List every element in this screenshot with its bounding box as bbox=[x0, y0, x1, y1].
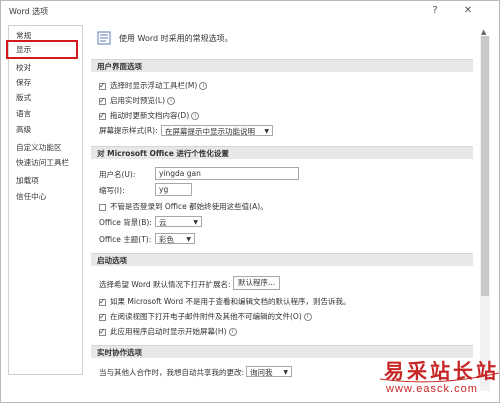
initials-field[interactable]: yg bbox=[155, 183, 192, 196]
section-ui-options: 用户界面选项 bbox=[91, 59, 473, 72]
word-options-dialog: Word 选项 ? ✕ 常规 显示 校对 保存 版式 语言 高级 自定义功能区 … bbox=[0, 0, 500, 403]
sidebar-item-trust-center[interactable]: 信任中心 bbox=[16, 190, 46, 203]
sidebar-item-customize-ribbon[interactable]: 自定义功能区 bbox=[16, 141, 62, 154]
office-background-label: Office 背景(B): bbox=[99, 218, 152, 227]
always-use-option[interactable]: 不管是否登录到 Office 都始终使用这些值(A)。 bbox=[99, 201, 268, 213]
update-doc-checkbox[interactable] bbox=[99, 110, 106, 122]
options-content: 使用 Word 时采用的常规选项。 用户界面选项 选择时显示浮动工具栏(M)i … bbox=[91, 25, 474, 400]
extensions-label: 选择希望 Word 默认情况下打开扩展名: bbox=[99, 280, 231, 289]
site-watermark: 易采站长站 www.easck.com bbox=[378, 353, 500, 404]
tooltip-style-select[interactable]: 在屏幕提示中显示功能说明 ▼ bbox=[161, 125, 273, 136]
initials-label: 缩写(I): bbox=[99, 186, 125, 195]
window-title: Word 选项 bbox=[9, 7, 49, 16]
chevron-down-icon: ▼ bbox=[283, 369, 288, 376]
default-check-checkbox[interactable] bbox=[99, 296, 106, 308]
scrollbar-thumb[interactable] bbox=[481, 36, 489, 296]
watermark-url: www.easck.com bbox=[386, 383, 478, 395]
info-icon: i bbox=[191, 112, 200, 120]
always-use-label: 不管是否登录到 Office 都始终使用这些值(A)。 bbox=[110, 202, 268, 211]
scroll-up-arrow-icon[interactable]: ▲ bbox=[481, 28, 486, 36]
office-theme-label: Office 主题(T): bbox=[99, 235, 152, 244]
options-sidebar: 常规 显示 校对 保存 版式 语言 高级 自定义功能区 快速访问工具栏 加载项 … bbox=[6, 25, 83, 375]
live-preview-option[interactable]: 启用实时预览(L)i bbox=[99, 95, 176, 107]
update-doc-label: 拖动时更新文档内容(D) bbox=[110, 111, 190, 120]
reading-view-option[interactable]: 在阅读视图下打开电子邮件附件及其他不可编辑的文件(O)i bbox=[99, 311, 312, 323]
reading-view-checkbox[interactable] bbox=[99, 311, 106, 323]
section-startup: 启动选项 bbox=[91, 253, 473, 266]
sidebar-item-quick-access-toolbar[interactable]: 快速访问工具栏 bbox=[16, 156, 69, 169]
show-start-checkbox[interactable] bbox=[99, 326, 106, 338]
sidebar-item-advanced[interactable]: 高级 bbox=[16, 123, 31, 136]
tooltip-style-label: 屏幕提示样式(R): bbox=[99, 126, 158, 135]
sidebar-item-language[interactable]: 语言 bbox=[16, 107, 31, 120]
intro-text: 使用 Word 时采用的常规选项。 bbox=[119, 34, 233, 43]
default-check-option[interactable]: 如果 Microsoft Word 不是用于查看和编辑文档的默认程序，则告诉我。 bbox=[99, 296, 351, 308]
watermark-text: 易采站长站 bbox=[384, 359, 499, 383]
share-changes-select[interactable]: 询问我 ▼ bbox=[246, 366, 292, 377]
username-label: 用户名(U): bbox=[99, 170, 136, 179]
section-personalize: 对 Microsoft Office 进行个性化设置 bbox=[91, 146, 473, 159]
scrollbar-track[interactable] bbox=[480, 36, 490, 391]
chevron-down-icon: ▼ bbox=[186, 236, 191, 243]
office-theme-value: 彩色 bbox=[159, 235, 174, 244]
office-background-select[interactable]: 云 ▼ bbox=[155, 216, 202, 227]
office-background-value: 云 bbox=[159, 218, 167, 227]
reading-view-label: 在阅读视图下打开电子邮件附件及其他不可编辑的文件(O) bbox=[110, 312, 302, 321]
info-icon: i bbox=[228, 328, 237, 336]
live-preview-label: 启用实时预览(L) bbox=[110, 96, 166, 105]
show-start-label: 此应用程序启动时显示开始屏幕(H) bbox=[110, 327, 227, 336]
mini-toolbar-label: 选择时显示浮动工具栏(M) bbox=[110, 81, 198, 90]
office-theme-select[interactable]: 彩色 ▼ bbox=[155, 233, 195, 244]
info-icon: i bbox=[199, 82, 208, 90]
share-changes-value: 询问我 bbox=[250, 368, 273, 377]
default-programs-button[interactable]: 默认程序... bbox=[233, 276, 281, 290]
close-button[interactable]: ✕ bbox=[459, 3, 477, 19]
live-preview-checkbox[interactable] bbox=[99, 95, 106, 107]
tooltip-style-value: 在屏幕提示中显示功能说明 bbox=[165, 127, 255, 136]
info-icon: i bbox=[167, 97, 176, 105]
share-changes-label: 当与其他人合作时，我想自动共享我的更改: bbox=[99, 368, 245, 377]
info-icon: i bbox=[303, 313, 312, 321]
username-field[interactable]: yingda gan bbox=[155, 167, 299, 180]
title-bar: Word 选项 ? ✕ bbox=[1, 1, 499, 21]
sidebar-item-layout[interactable]: 版式 bbox=[16, 91, 31, 104]
mini-toolbar-option[interactable]: 选择时显示浮动工具栏(M)i bbox=[99, 80, 208, 92]
sidebar-item-display[interactable]: 显示 bbox=[16, 43, 31, 56]
show-start-option[interactable]: 此应用程序启动时显示开始屏幕(H)i bbox=[99, 326, 237, 338]
always-use-checkbox[interactable] bbox=[99, 203, 106, 211]
sidebar-item-save[interactable]: 保存 bbox=[16, 76, 31, 89]
settings-list-icon bbox=[97, 31, 111, 45]
default-check-label: 如果 Microsoft Word 不是用于查看和编辑文档的默认程序，则告诉我。 bbox=[110, 297, 351, 306]
update-doc-option[interactable]: 拖动时更新文档内容(D)i bbox=[99, 110, 200, 122]
help-button[interactable]: ? bbox=[426, 3, 444, 19]
chevron-down-icon: ▼ bbox=[264, 128, 269, 135]
sidebar-item-addins[interactable]: 加载项 bbox=[16, 174, 39, 187]
mini-toolbar-checkbox[interactable] bbox=[99, 80, 106, 92]
chevron-down-icon: ▼ bbox=[193, 219, 198, 226]
sidebar-item-proofing[interactable]: 校对 bbox=[16, 61, 31, 74]
